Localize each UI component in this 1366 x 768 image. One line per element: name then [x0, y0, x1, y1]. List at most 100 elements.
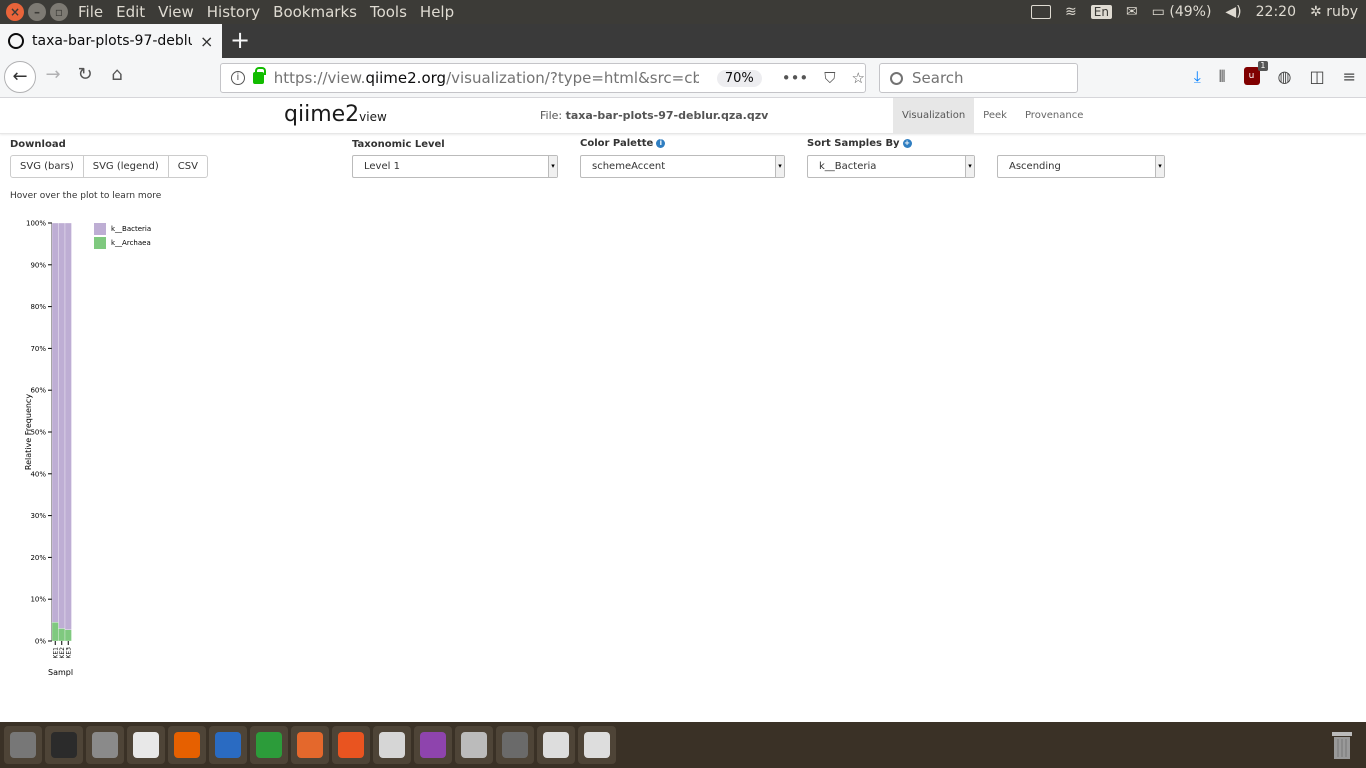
launcher-icons — [4, 726, 616, 764]
launcher-app-glyph — [256, 732, 282, 758]
tab-visualization[interactable]: Visualization — [893, 98, 975, 134]
hamburger-menu-icon[interactable]: ≡ — [1343, 67, 1356, 87]
sort-by-select[interactable]: k__Bacteria ▾ — [807, 155, 975, 178]
browser-tab[interactable]: taxa-bar-plots-97-deblur × — [0, 24, 222, 58]
clock[interactable]: 22:20 — [1256, 4, 1296, 20]
svg-bars-button[interactable]: SVG (bars) — [10, 155, 84, 178]
y-tick-label: 90% — [30, 261, 46, 269]
y-tick-label: 100% — [26, 220, 46, 228]
sort-order-select[interactable]: Ascending ▾ — [997, 155, 1165, 178]
pocket-icon[interactable]: ⛉ — [824, 69, 835, 87]
library-icon[interactable]: ⫴ — [1219, 67, 1226, 87]
file-label: File: taxa-bar-plots-97-deblur.qza.qzv — [540, 109, 768, 122]
chevron-down-icon: ▾ — [965, 156, 974, 177]
forward-arrow-icon[interactable]: → — [41, 64, 65, 85]
menu-view[interactable]: View — [158, 3, 194, 21]
keyboard-layout-indicator[interactable]: En — [1090, 5, 1112, 19]
globe-icon[interactable]: ◍ — [1278, 67, 1292, 87]
download-icon[interactable]: ⤓ — [1194, 67, 1201, 87]
user-menu[interactable]: ✲ ruby — [1310, 4, 1358, 20]
ublock-icon[interactable]: u1 — [1243, 61, 1268, 85]
logo-sub: view — [359, 110, 387, 124]
impress-icon[interactable] — [291, 726, 329, 764]
tab-close-icon[interactable]: × — [200, 32, 213, 51]
chrome-icon[interactable] — [127, 726, 165, 764]
search-icon — [890, 71, 903, 85]
y-tick-label: 10% — [30, 596, 46, 604]
legend-label: k__Bacteria — [111, 225, 151, 233]
menu-help[interactable]: Help — [420, 3, 454, 21]
tab-peek[interactable]: Peek — [974, 98, 1016, 134]
sort-order-value: Ascending — [1009, 161, 1061, 172]
trash-icon[interactable] — [1324, 726, 1360, 764]
color-palette-heading: Color Palette i — [580, 138, 666, 149]
settings-icon[interactable] — [373, 726, 411, 764]
app-icon[interactable] — [414, 726, 452, 764]
taxonomic-level-label: Taxonomic Level — [352, 139, 445, 150]
search-input[interactable]: Search — [879, 63, 1078, 93]
ublock-badge: 1 — [1258, 61, 1268, 71]
launcher-app-glyph — [502, 732, 528, 758]
svg-legend-button[interactable]: SVG (legend) — [82, 155, 169, 178]
new-tab-icon[interactable]: + — [230, 27, 250, 53]
legend-swatch — [94, 223, 106, 235]
window-close-icon[interactable]: × — [6, 3, 24, 21]
add-sort-icon[interactable]: + — [902, 139, 912, 148]
info-icon[interactable]: i — [656, 139, 666, 148]
system-indicators: ≋ En ✉ ▭ (49%) ◀) 22:20 ✲ ruby — [1031, 0, 1358, 24]
url-bar[interactable]: i https://view.qiime2.org/visualization/… — [220, 63, 866, 93]
launcher-app-glyph — [379, 732, 405, 758]
ubuntu-dash-icon[interactable] — [4, 726, 42, 764]
qiime-tabs: Visualization Peek Provenance — [893, 98, 1092, 134]
software-center-icon[interactable] — [332, 726, 370, 764]
writer-icon[interactable] — [209, 726, 247, 764]
taxonomic-level-select[interactable]: Level 1 ▾ — [352, 155, 558, 178]
qiime-favicon-icon — [8, 33, 24, 49]
sidebar-icon[interactable]: ◫ — [1309, 67, 1324, 87]
wifi-icon[interactable]: ≋ — [1065, 4, 1077, 20]
files-icon[interactable] — [86, 726, 124, 764]
launcher-dock — [0, 722, 1366, 768]
taxonomic-level-value: Level 1 — [364, 161, 400, 172]
volume-icon[interactable]: ◀) — [1225, 4, 1241, 20]
window-minimize-icon[interactable]: – — [28, 3, 46, 21]
launcher-app-glyph — [133, 732, 159, 758]
reload-icon[interactable]: ↻ — [73, 64, 97, 85]
menu-history[interactable]: History — [207, 3, 260, 21]
display-icon[interactable] — [1031, 5, 1052, 19]
hover-hint: Hover over the plot to learn more — [10, 191, 162, 201]
terminal-icon[interactable] — [45, 726, 83, 764]
site-info-icon[interactable]: i — [231, 71, 245, 85]
tab-provenance[interactable]: Provenance — [1016, 98, 1092, 134]
mail-icon[interactable]: ✉ — [1126, 4, 1138, 20]
taxa-bar-chart[interactable]: 0%10%20%30%40%50%60%70%80%90%100%Relativ… — [0, 213, 200, 683]
gear-icon: ✲ — [1310, 4, 1322, 20]
download-label: Download — [10, 139, 66, 150]
mixer-icon[interactable] — [455, 726, 493, 764]
csv-button[interactable]: CSV — [167, 155, 208, 178]
battery-indicator[interactable]: ▭ (49%) — [1152, 4, 1212, 20]
menu-file[interactable]: File — [78, 3, 103, 21]
sort-samples-heading: Sort Samples By + — [807, 138, 912, 149]
launcher-app-glyph — [543, 732, 569, 758]
calc-icon[interactable] — [250, 726, 288, 764]
color-palette-select[interactable]: schemeAccent ▾ — [580, 155, 785, 178]
qiime2-view-logo[interactable]: qiime2view — [284, 102, 387, 127]
url-text[interactable]: https://view.qiime2.org/visualization/?t… — [274, 69, 699, 87]
window-maximize-icon[interactable]: ▫ — [50, 3, 68, 21]
text-editor-icon[interactable] — [537, 726, 575, 764]
back-arrow-icon[interactable]: ← — [4, 61, 36, 93]
page-actions-icon[interactable]: ••• — [782, 69, 809, 87]
zoom-indicator[interactable]: 70% — [716, 69, 762, 87]
home-icon[interactable]: ⌂ — [105, 64, 129, 85]
bookmark-star-icon[interactable]: ☆ — [852, 69, 865, 87]
menu-edit[interactable]: Edit — [116, 3, 145, 21]
launcher-app-glyph — [10, 732, 36, 758]
qiime-header: qiime2view File: taxa-bar-plots-97-deblu… — [0, 98, 1366, 134]
bar-segment — [64, 222, 72, 630]
screenshot-icon[interactable] — [578, 726, 616, 764]
menu-tools[interactable]: Tools — [370, 3, 407, 21]
menu-bookmarks[interactable]: Bookmarks — [273, 3, 357, 21]
firefox-icon[interactable] — [168, 726, 206, 764]
gimp-icon[interactable] — [496, 726, 534, 764]
